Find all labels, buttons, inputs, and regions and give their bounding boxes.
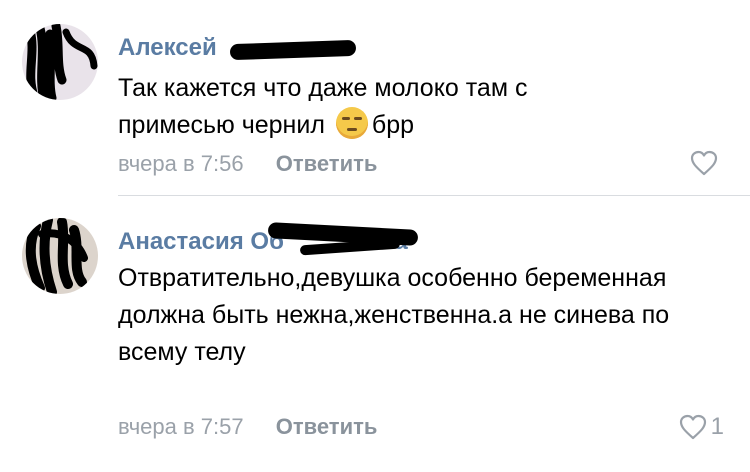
heart-icon [690,150,718,176]
avatar[interactable] [22,24,98,100]
unamused-face-icon [335,107,368,139]
comment-time: вчера в 7:56 [118,151,244,176]
comment-text-line2: примесью чернил [118,111,325,139]
reply-button[interactable]: Ответить [276,151,378,176]
comment-text: Отвратительно,девушка особенно беременна… [118,264,670,366]
reply-button[interactable]: Ответить [276,414,378,439]
like-count: 1 [710,413,724,440]
avatar[interactable] [22,218,98,294]
like-button[interactable]: 1 [679,413,724,441]
comment-item: Анастасия Обва Отвратительно,девушка осо… [0,196,750,472]
comment-time: вчера в 7:57 [118,414,244,439]
like-button[interactable] [690,150,722,176]
comment-item: Алексей Так кажется что даже молоко там … [0,0,750,196]
comment-meta: вчера в 7:56 Ответить [118,151,377,177]
heart-icon [679,414,706,440]
author-name: Анастасия Об [118,228,284,255]
scribbled-avatar-icon [25,24,98,100]
redaction-mark [229,39,357,61]
comment-text-tail: брр [371,111,415,139]
comment-author[interactable]: Алексей [118,34,217,62]
comment-text: Так кажется что даже молоко там с примес… [118,70,718,144]
comment-meta: вчера в 7:57 Ответить [118,414,377,440]
scribbled-avatar-icon [25,218,88,294]
author-name: Алексей [118,34,217,61]
comment-text-line1: Так кажется что даже молоко там с [118,74,528,102]
